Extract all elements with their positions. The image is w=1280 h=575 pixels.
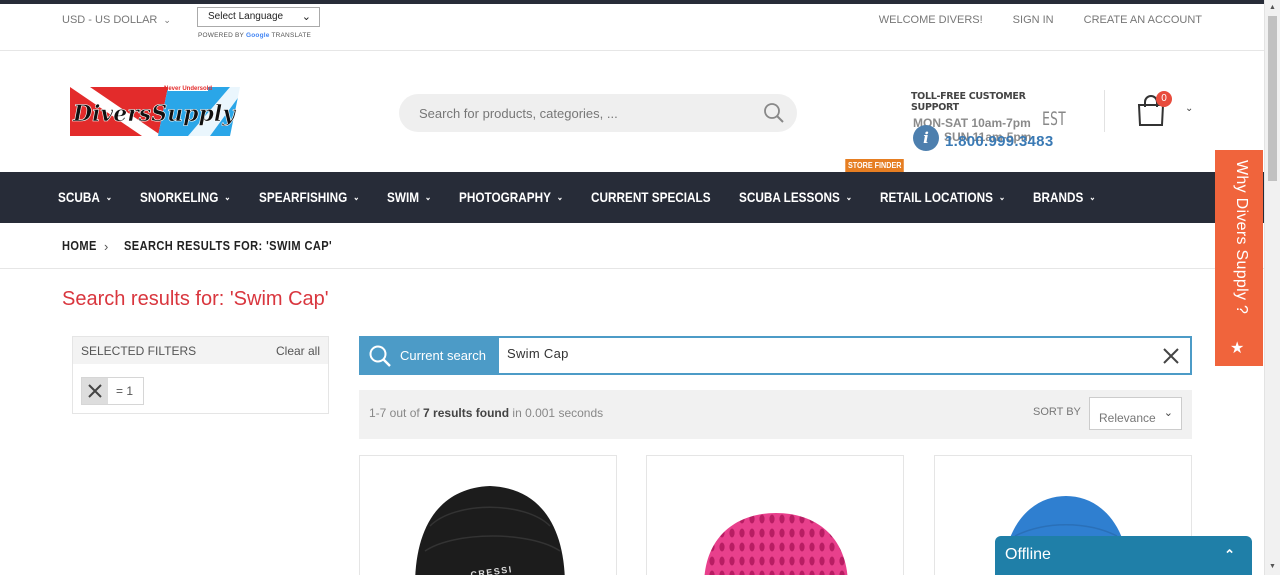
- star-icon: ★: [1230, 340, 1245, 357]
- google-logo-text: Google: [245, 32, 270, 39]
- clear-all-link[interactable]: Clear all: [276, 344, 320, 358]
- nav-item-current-specials[interactable]: CURRENT SPECIALS: [591, 189, 711, 207]
- sort-by-label: SORT BY: [1033, 406, 1081, 418]
- chevron-up-icon[interactable]: ⌃: [1224, 547, 1235, 563]
- divers-supply-logo[interactable]: Never Undersold DiversSupply: [70, 83, 240, 140]
- selected-filters-header: SELECTED FILTERS Clear all: [73, 337, 328, 364]
- product-card[interactable]: [646, 455, 904, 575]
- chevron-down-icon: ⌄: [301, 11, 311, 23]
- page-scrollbar[interactable]: ▲ ▼: [1264, 0, 1280, 575]
- product-image[interactable]: [647, 456, 904, 575]
- nav-item-label: PHOTOGRAPHY: [459, 188, 552, 205]
- chat-status: Offline: [1005, 546, 1051, 563]
- search-input[interactable]: [399, 94, 729, 132]
- nav-item-label: CURRENT SPECIALS: [591, 188, 712, 205]
- nav-item-label: SPEARFISHING: [258, 188, 347, 205]
- search-icon: [369, 345, 391, 367]
- nav-item-label: RETAIL LOCATIONS: [880, 188, 994, 205]
- scroll-down-arrow-icon[interactable]: ▼: [1269, 563, 1276, 570]
- current-search-label-box: Current search: [361, 338, 499, 373]
- current-search-label: Current search: [400, 348, 486, 363]
- scroll-up-arrow-icon[interactable]: ▲: [1269, 4, 1276, 11]
- chevron-down-icon: ⌄: [1089, 191, 1096, 202]
- welcome-text: WELCOME DIVERS!: [878, 14, 983, 26]
- nav-item-scuba-lessons[interactable]: SCUBA LESSONS ⌄: [739, 189, 852, 207]
- search-icon[interactable]: [763, 102, 785, 124]
- page-title: Search results for: 'Swim Cap': [62, 288, 329, 310]
- nav-item-label: SNORKELING: [140, 188, 219, 205]
- chevron-down-icon: ⌄: [998, 191, 1006, 202]
- nav-item-scuba[interactable]: SCUBA ⌄: [58, 189, 112, 207]
- results-toolbar: 1-7 out of 7 results found in 0.001 seco…: [359, 390, 1192, 439]
- currency-selector[interactable]: USD - US DOLLAR ⌄: [62, 14, 171, 26]
- filter-chip-value: = 1: [116, 384, 134, 398]
- customer-support: TOLL-FREE CUSTOMER SUPPORT MON-SAT 10am-…: [911, 91, 1071, 151]
- close-icon[interactable]: [1162, 347, 1180, 365]
- top-bar: USD - US DOLLAR ⌄ Select Language ⌄ POWER…: [0, 4, 1264, 51]
- current-search-value: Swim Cap: [507, 346, 569, 361]
- header-divider: [1104, 90, 1105, 132]
- logo-text: DiversSupply: [72, 101, 237, 127]
- nav-item-snorkeling[interactable]: SNORKELING ⌄: [140, 189, 231, 207]
- sign-in-link[interactable]: SIGN IN: [1013, 14, 1054, 26]
- nav-item-retail-locations[interactable]: RETAIL LOCATIONS ⌄: [880, 189, 1005, 207]
- nav-item-label: SCUBA: [58, 188, 100, 205]
- breadcrumb-current: SEARCH RESULTS FOR: 'SWIM CAP': [124, 238, 333, 253]
- powered-by-google-translate: POWERED BY Google TRANSLATE: [198, 32, 311, 39]
- chevron-right-icon: ›: [104, 239, 109, 254]
- language-select[interactable]: Select Language ⌄: [197, 7, 320, 27]
- nav-item-spearfishing[interactable]: SPEARFISHING ⌄: [259, 189, 359, 207]
- chevron-down-icon: ⌄: [845, 191, 853, 202]
- scrollbar-thumb[interactable]: [1268, 16, 1277, 181]
- chevron-down-icon: ⌄: [424, 191, 432, 202]
- account-links: WELCOME DIVERS! SIGN IN CREATE AN ACCOUN…: [879, 14, 1202, 26]
- search-bar[interactable]: [399, 94, 797, 132]
- site-header: Never Undersold DiversSupply TOLL-FREE C…: [0, 51, 1264, 172]
- nav-item-label: SCUBA LESSONS: [739, 188, 840, 205]
- sort-select[interactable]: Relevance ⌄: [1089, 397, 1182, 430]
- filter-chip[interactable]: = 1: [81, 377, 145, 405]
- currency-label: USD - US DOLLAR: [62, 14, 158, 26]
- main-navigation: SCUBA ⌄ SNORKELING ⌄ SPEARFISHING ⌄ SWIM ⌄ PHOTO…: [0, 172, 1264, 223]
- results-total: 7 results found: [423, 406, 510, 420]
- remove-filter-icon[interactable]: [82, 378, 108, 404]
- breadcrumb-home[interactable]: HOME: [62, 238, 97, 253]
- selected-filters-panel: SELECTED FILTERS Clear all = 1: [72, 336, 329, 414]
- support-phone[interactable]: 1.800.999.3483: [945, 133, 1053, 150]
- sort-select-value: Relevance: [1099, 411, 1156, 425]
- store-finder-badge[interactable]: STORE FINDER: [845, 159, 905, 176]
- results-count: 1-7 out of 7 results found in 0.001 seco…: [369, 406, 603, 420]
- info-icon: i: [913, 125, 939, 151]
- create-account-link[interactable]: CREATE AN ACCOUNT: [1084, 14, 1202, 26]
- nav-item-swim[interactable]: SWIM ⌄: [387, 189, 431, 207]
- translate-label: TRANSLATE: [271, 32, 312, 39]
- nav-item-label: BRANDS: [1033, 188, 1084, 205]
- chat-widget[interactable]: Offline ⌃: [995, 536, 1252, 575]
- results-range: 1-7 out of: [369, 406, 420, 420]
- support-timezone: EST: [1042, 108, 1067, 130]
- nav-item-photography[interactable]: PHOTOGRAPHY ⌄: [459, 189, 563, 207]
- why-divers-supply-tab[interactable]: Why Divers Supply ? ★: [1215, 150, 1263, 366]
- logo-tagline: Never Undersold: [164, 86, 212, 92]
- chevron-down-icon: ⌄: [557, 191, 564, 202]
- current-search-bar: Current search Swim Cap: [359, 336, 1192, 375]
- chevron-down-icon: ⌄: [224, 191, 231, 202]
- chevron-down-icon: ⌄: [163, 15, 171, 25]
- breadcrumb: HOME › SEARCH RESULTS FOR: 'SWIM CAP': [0, 223, 1264, 269]
- nav-item-brands[interactable]: BRANDS ⌄: [1033, 189, 1096, 207]
- cart-count-badge: 0: [1156, 91, 1172, 107]
- product-card[interactable]: CRESSI: [359, 455, 617, 575]
- chevron-down-icon: ⌄: [352, 191, 360, 202]
- why-divers-supply-label: Why Divers Supply ?: [1233, 160, 1250, 315]
- nav-item-label: SWIM: [387, 188, 420, 205]
- chevron-down-icon[interactable]: ⌄: [1185, 103, 1193, 114]
- results-time: in 0.001 seconds: [512, 406, 604, 420]
- chevron-down-icon: ⌄: [105, 191, 113, 202]
- language-select-label: Select Language: [208, 11, 284, 22]
- selected-filters-title: SELECTED FILTERS: [81, 343, 197, 358]
- powered-by-label: POWERED BY: [198, 32, 244, 39]
- chevron-down-icon: ⌄: [1163, 407, 1173, 419]
- product-image[interactable]: CRESSI: [360, 456, 617, 575]
